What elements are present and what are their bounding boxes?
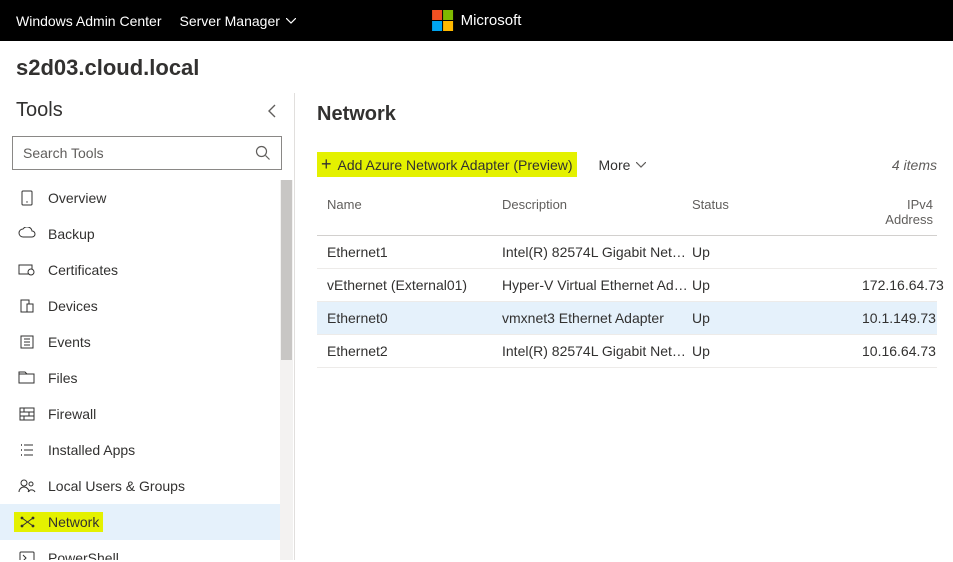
ms-brand: Microsoft [432,10,522,31]
backup-icon [18,227,36,241]
col-header-ipv4[interactable]: IPv4 Address [862,197,937,227]
search-box[interactable] [12,136,282,170]
sidebar-item-files[interactable]: Files [0,360,282,396]
firewall-icon [18,407,36,421]
users-icon [18,479,36,493]
cell-name: Ethernet2 [317,343,502,359]
sidebar-item-firewall[interactable]: Firewall [0,396,282,432]
sidebar-item-label: PowerShell [48,550,119,560]
content-pane: Network + Add Azure Network Adapter (Pre… [295,93,953,560]
sidebar-item-network[interactable]: Network [0,504,282,540]
toolbar: + Add Azure Network Adapter (Preview) Mo… [317,152,937,177]
host-name: s2d03.cloud.local [16,55,937,81]
apps-icon [18,442,36,458]
app-title: Windows Admin Center [16,13,162,29]
brand-text: Microsoft [461,12,522,29]
cell-description: vmxnet3 Ethernet Adapter [502,310,692,326]
more-button-label: More [599,157,631,173]
cell-status: Up [692,244,862,260]
more-button[interactable]: More [599,157,647,173]
certificates-icon [18,263,36,277]
sidebar-item-label: Certificates [48,262,118,278]
table-row[interactable]: Ethernet0vmxnet3 Ethernet AdapterUp10.1.… [317,302,937,335]
topbar: Windows Admin Center Server Manager Micr… [0,0,953,41]
cell-status: Up [692,277,862,293]
overview-icon [18,190,36,206]
cell-name: Ethernet0 [317,310,502,326]
sidebar-item-label: Overview [48,190,106,206]
sidebar-item-label: Firewall [48,406,96,422]
sidebar-item-label: Backup [48,226,95,242]
sidebar-item-apps[interactable]: Installed Apps [0,432,282,468]
cell-status: Up [692,310,862,326]
col-header-name[interactable]: Name [317,197,502,227]
sidebar-item-label: Events [48,334,91,350]
powershell-icon [18,551,36,560]
sidebar-item-label: Installed Apps [48,442,135,458]
cell-description: Intel(R) 82574L Gigabit Netw... [502,343,692,359]
plus-icon: + [321,154,332,175]
chevron-down-icon [286,18,296,24]
cell-name: Ethernet1 [317,244,502,260]
host-header: s2d03.cloud.local [0,41,953,93]
page-title: Network [317,103,937,126]
search-input[interactable] [23,145,255,161]
cell-name: vEthernet (External01) [317,277,502,293]
events-icon [18,334,36,350]
sidebar-item-overview[interactable]: Overview [0,180,282,216]
col-header-status[interactable]: Status [692,197,862,227]
server-menu-button[interactable]: Server Manager [180,13,296,29]
sidebar: Tools Overview Backup Certificates Devices E… [0,93,295,560]
sidebar-item-label: Files [48,370,78,386]
sidebar-item-label: Local Users & Groups [48,478,185,494]
sidebar-item-label: Devices [48,298,98,314]
add-button-label: Add Azure Network Adapter (Preview) [338,157,573,173]
scrollbar-thumb[interactable] [281,180,292,360]
cell-status: Up [692,343,862,359]
cell-description: Hyper-V Virtual Ethernet Ada... [502,277,692,293]
col-header-description[interactable]: Description [502,197,692,227]
devices-icon [18,298,36,314]
sidebar-item-users[interactable]: Local Users & Groups [0,468,282,504]
sidebar-scrollbar[interactable] [280,180,293,560]
sidebar-item-label: Network [48,514,99,530]
sidebar-item-devices[interactable]: Devices [0,288,282,324]
chevron-down-icon [636,162,646,168]
cell-description: Intel(R) 82574L Gigabit Netw... [502,244,692,260]
search-icon [255,145,271,161]
collapse-sidebar-button[interactable] [266,104,278,118]
sidebar-item-events[interactable]: Events [0,324,282,360]
sidebar-item-backup[interactable]: Backup [0,216,282,252]
add-azure-adapter-button[interactable]: + Add Azure Network Adapter (Preview) [317,152,577,177]
sidebar-item-certificates[interactable]: Certificates [0,252,282,288]
cell-ipv4: 10.1.149.73 [862,310,940,326]
table-header: Name Description Status IPv4 Address [317,191,937,236]
cell-ipv4: 10.16.64.73 [862,343,940,359]
table-row[interactable]: Ethernet1Intel(R) 82574L Gigabit Netw...… [317,236,937,269]
microsoft-logo-icon [432,10,453,31]
table-row[interactable]: vEthernet (External01)Hyper-V Virtual Et… [317,269,937,302]
table-row[interactable]: Ethernet2Intel(R) 82574L Gigabit Netw...… [317,335,937,368]
files-icon [18,371,36,385]
sidebar-title: Tools [16,99,63,122]
cell-ipv4 [862,244,937,260]
items-count: 4 items [892,157,937,173]
server-menu-label: Server Manager [180,13,280,29]
cell-ipv4: 172.16.64.73 [862,277,948,293]
network-icon [18,515,36,529]
sidebar-item-powershell[interactable]: PowerShell [0,540,282,560]
